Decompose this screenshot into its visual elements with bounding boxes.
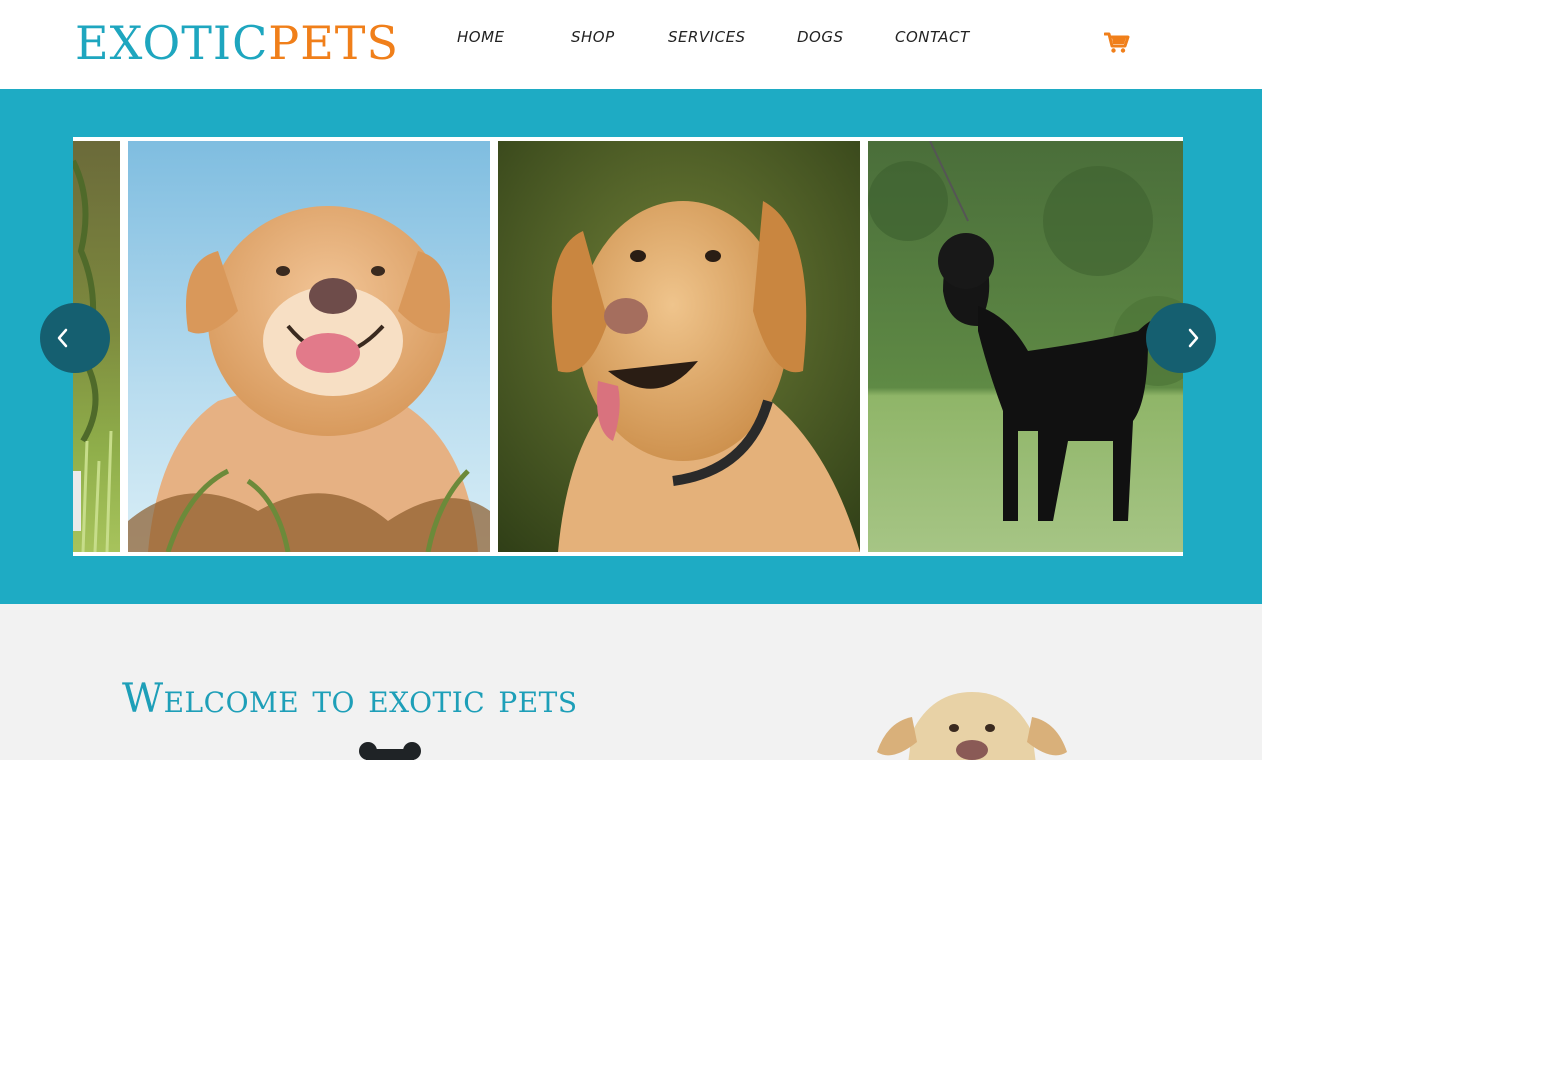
welcome-heading: Welcome to exotic pets <box>122 676 578 722</box>
welcome-section: Welcome to exotic pets <box>0 604 1262 760</box>
carousel-slide-black-lab[interactable] <box>868 141 1183 552</box>
dog-photo <box>868 141 1183 552</box>
main-nav: HOME SHOP SERVICES DOGS CONTACT <box>0 28 1262 52</box>
hero-banner <box>0 89 1262 604</box>
image-carousel <box>73 137 1183 556</box>
carousel-next-button[interactable] <box>1146 303 1216 373</box>
labrador-image <box>877 692 1067 760</box>
nav-dogs[interactable]: DOGS <box>797 28 844 46</box>
nav-contact[interactable]: CONTACT <box>895 28 970 46</box>
nav-shop[interactable]: SHOP <box>571 28 615 46</box>
carousel-prev-button[interactable] <box>40 303 110 373</box>
chevron-right-icon <box>1188 328 1199 348</box>
carousel-slide-smiling-lab[interactable] <box>128 141 490 552</box>
dog-photo <box>498 141 860 552</box>
carousel-slide-lab-collar[interactable] <box>498 141 860 552</box>
chevron-left-icon <box>57 328 68 348</box>
shopping-cart-icon[interactable] <box>1103 32 1130 54</box>
nav-services[interactable]: SERVICES <box>668 28 746 46</box>
dog-photo <box>128 141 490 552</box>
site-header: EXOTICPETS HOME SHOP SERVICES DOGS CONTA… <box>0 0 1262 89</box>
nav-home[interactable]: HOME <box>457 28 505 46</box>
dog-bone-icon <box>359 742 421 760</box>
page: EXOTICPETS HOME SHOP SERVICES DOGS CONTA… <box>0 0 1262 760</box>
